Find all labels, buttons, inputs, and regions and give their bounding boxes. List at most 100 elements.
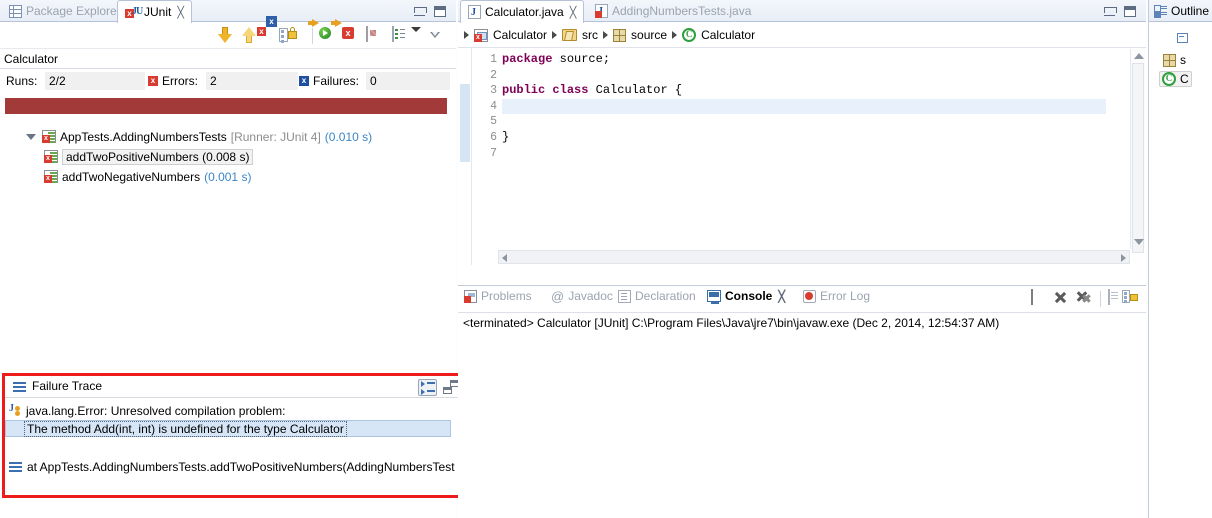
tab-error-log[interactable]: Error Log [803, 289, 870, 303]
tab-label: Outline [1171, 3, 1210, 18]
scroll-up-icon[interactable] [1134, 53, 1144, 59]
tab-calculator-java[interactable]: Calculator.java ╳ [460, 0, 585, 23]
minimize-button[interactable] [1104, 7, 1117, 16]
chevron-down-icon[interactable] [411, 27, 429, 50]
close-icon[interactable]: ╳ [570, 6, 577, 19]
tree-row[interactable]: x AppTests.AddingNumbersTests [Runner: J… [26, 128, 372, 145]
tab-declaration[interactable]: Declaration [618, 289, 696, 303]
collapse-all-icon[interactable] [1177, 33, 1190, 45]
outline-icon [1154, 4, 1167, 17]
line-number: 1 [490, 53, 497, 66]
scroll-down-icon[interactable] [1134, 239, 1144, 245]
tab-label: Calculator.java [485, 5, 564, 19]
clear-console-button[interactable] [1108, 289, 1110, 305]
minimize-button[interactable] [414, 7, 427, 16]
test-method-error-icon: x [44, 170, 58, 183]
breadcrumb-item-package[interactable]: source [631, 28, 667, 42]
line-number: 4 [490, 99, 497, 113]
console-icon [707, 290, 721, 304]
filter-stack-trace-button[interactable] [418, 379, 437, 396]
editor-horizontal-scrollbar[interactable] [498, 250, 1130, 264]
javadoc-icon: @ [551, 288, 565, 304]
test-history-icon[interactable] [366, 26, 384, 45]
junit-icon: xJU [125, 6, 143, 19]
class-icon [1162, 72, 1176, 86]
close-icon[interactable]: ╳ [177, 6, 184, 19]
maximize-button[interactable] [1124, 6, 1136, 17]
expand-arrow-icon[interactable] [26, 133, 36, 140]
scroll-lock-icon[interactable] [279, 27, 306, 45]
code-text[interactable]: package source; public class Calculator … [502, 52, 1106, 161]
tree-row-label: AppTests.AddingNumbersTests [60, 129, 227, 144]
tab-junit[interactable]: xJU JUnit ╳ [117, 0, 192, 23]
scrollbar-thumb[interactable] [1132, 63, 1144, 253]
view-chevron-icon[interactable] [430, 32, 448, 50]
tree-row-label: addTwoNegativeNumbers [62, 169, 201, 184]
tab-label: AddingNumbersTests.java [612, 4, 752, 18]
tab-package-explorer[interactable]: Package Explorer [2, 0, 128, 22]
tab-addingnumberstests-java[interactable]: AddingNumbersTests.java [588, 0, 758, 22]
rerun-failed-icon[interactable] [331, 19, 360, 45]
failure-trace-icon [13, 382, 26, 392]
failure-trace-panel: Failure Trace java.lang.Error: Unresolve… [2, 373, 472, 498]
runs-value: 2/2 [45, 72, 145, 90]
failure-trace-text: at AppTests.AddingNumbersTests.addTwoPos… [27, 459, 455, 474]
outline-row[interactable]: C [1159, 71, 1192, 87]
failures-label: Failures: [313, 74, 360, 88]
breadcrumb-expand-icon[interactable] [464, 31, 469, 39]
code-line: public class Calculator { [502, 83, 683, 98]
scroll-right-icon[interactable] [1121, 254, 1126, 262]
tab-console[interactable]: Console ╳ [707, 289, 785, 304]
outline-row-label: s [1180, 53, 1186, 67]
tree-row-time: (0.001 s) [204, 169, 252, 184]
java-error-icon [9, 403, 21, 417]
tab-label: JUnit [144, 5, 172, 19]
maximize-button[interactable] [434, 6, 446, 17]
terminate-button[interactable] [1031, 289, 1033, 305]
toolbar-separator [312, 28, 313, 44]
rerun-test-icon[interactable] [308, 19, 337, 45]
failure-trace-text: The method Add(int, int) is undefined fo… [24, 420, 347, 437]
stack-frame-icon [9, 461, 22, 472]
tree-row[interactable]: x addTwoPositiveNumbers (0.008 s) [44, 148, 254, 165]
scroll-left-icon[interactable] [502, 254, 507, 262]
breadcrumb-item-src[interactable]: src [582, 28, 598, 42]
tab-label: Problems [481, 289, 532, 303]
tree-row[interactable]: x addTwoNegativeNumbers (0.001 s) [44, 168, 251, 185]
code-editor[interactable]: 1234567 package source; public class Cal… [458, 47, 1146, 265]
junit-stats-bar: Runs: 2/2 x Errors: 2 x Failures: 0 [0, 71, 456, 91]
java-file-icon [468, 5, 481, 19]
package-icon [1163, 53, 1176, 67]
tab-problems[interactable]: Problems [464, 289, 532, 303]
failure-trace-row[interactable]: The method Add(int, int) is undefined fo… [5, 420, 451, 437]
breadcrumb-separator-icon [672, 31, 678, 39]
breadcrumb-item-class[interactable]: Calculator [701, 28, 755, 42]
view-menu-icon[interactable] [392, 26, 410, 45]
tab-outline[interactable]: Outline [1149, 0, 1212, 22]
editor-vertical-scrollbar[interactable] [1130, 49, 1145, 253]
error-log-icon [803, 289, 816, 303]
tree-row-time: (0.010 s) [324, 129, 373, 144]
breadcrumb-item-project[interactable]: Calculator [493, 28, 547, 42]
breadcrumb-separator-icon [552, 31, 558, 39]
class-icon [682, 28, 697, 42]
console-panel: Problems @ Javadoc Declaration Console ╳… [458, 285, 1185, 518]
line-number: 3 [490, 84, 497, 98]
test-results-tree: x AppTests.AddingNumbersTests [Runner: J… [0, 128, 456, 368]
outline-row[interactable]: s [1163, 53, 1186, 67]
failure-trace-title: Failure Trace [32, 379, 103, 393]
outline-row[interactable] [1177, 33, 1194, 45]
next-failure-icon[interactable] [218, 27, 236, 45]
failure-trace-row[interactable]: at AppTests.AddingNumbersTests.addTwoPos… [5, 458, 469, 475]
console-output-area[interactable]: <terminated> Calculator [JUnit] C:\Progr… [458, 312, 1146, 518]
breadcrumb: x Calculator src source Calculator [458, 24, 1146, 46]
changed-lines-marker [460, 84, 470, 162]
close-icon[interactable]: ╳ [778, 290, 785, 303]
tab-label: Package Explorer [26, 4, 121, 18]
failure-trace-row[interactable]: java.lang.Error: Unresolved compilation … [5, 402, 469, 419]
console-tabstrip: Problems @ Javadoc Declaration Console ╳… [458, 286, 1185, 310]
marker-bar[interactable] [458, 48, 472, 265]
tab-javadoc[interactable]: @ Javadoc [551, 289, 613, 303]
